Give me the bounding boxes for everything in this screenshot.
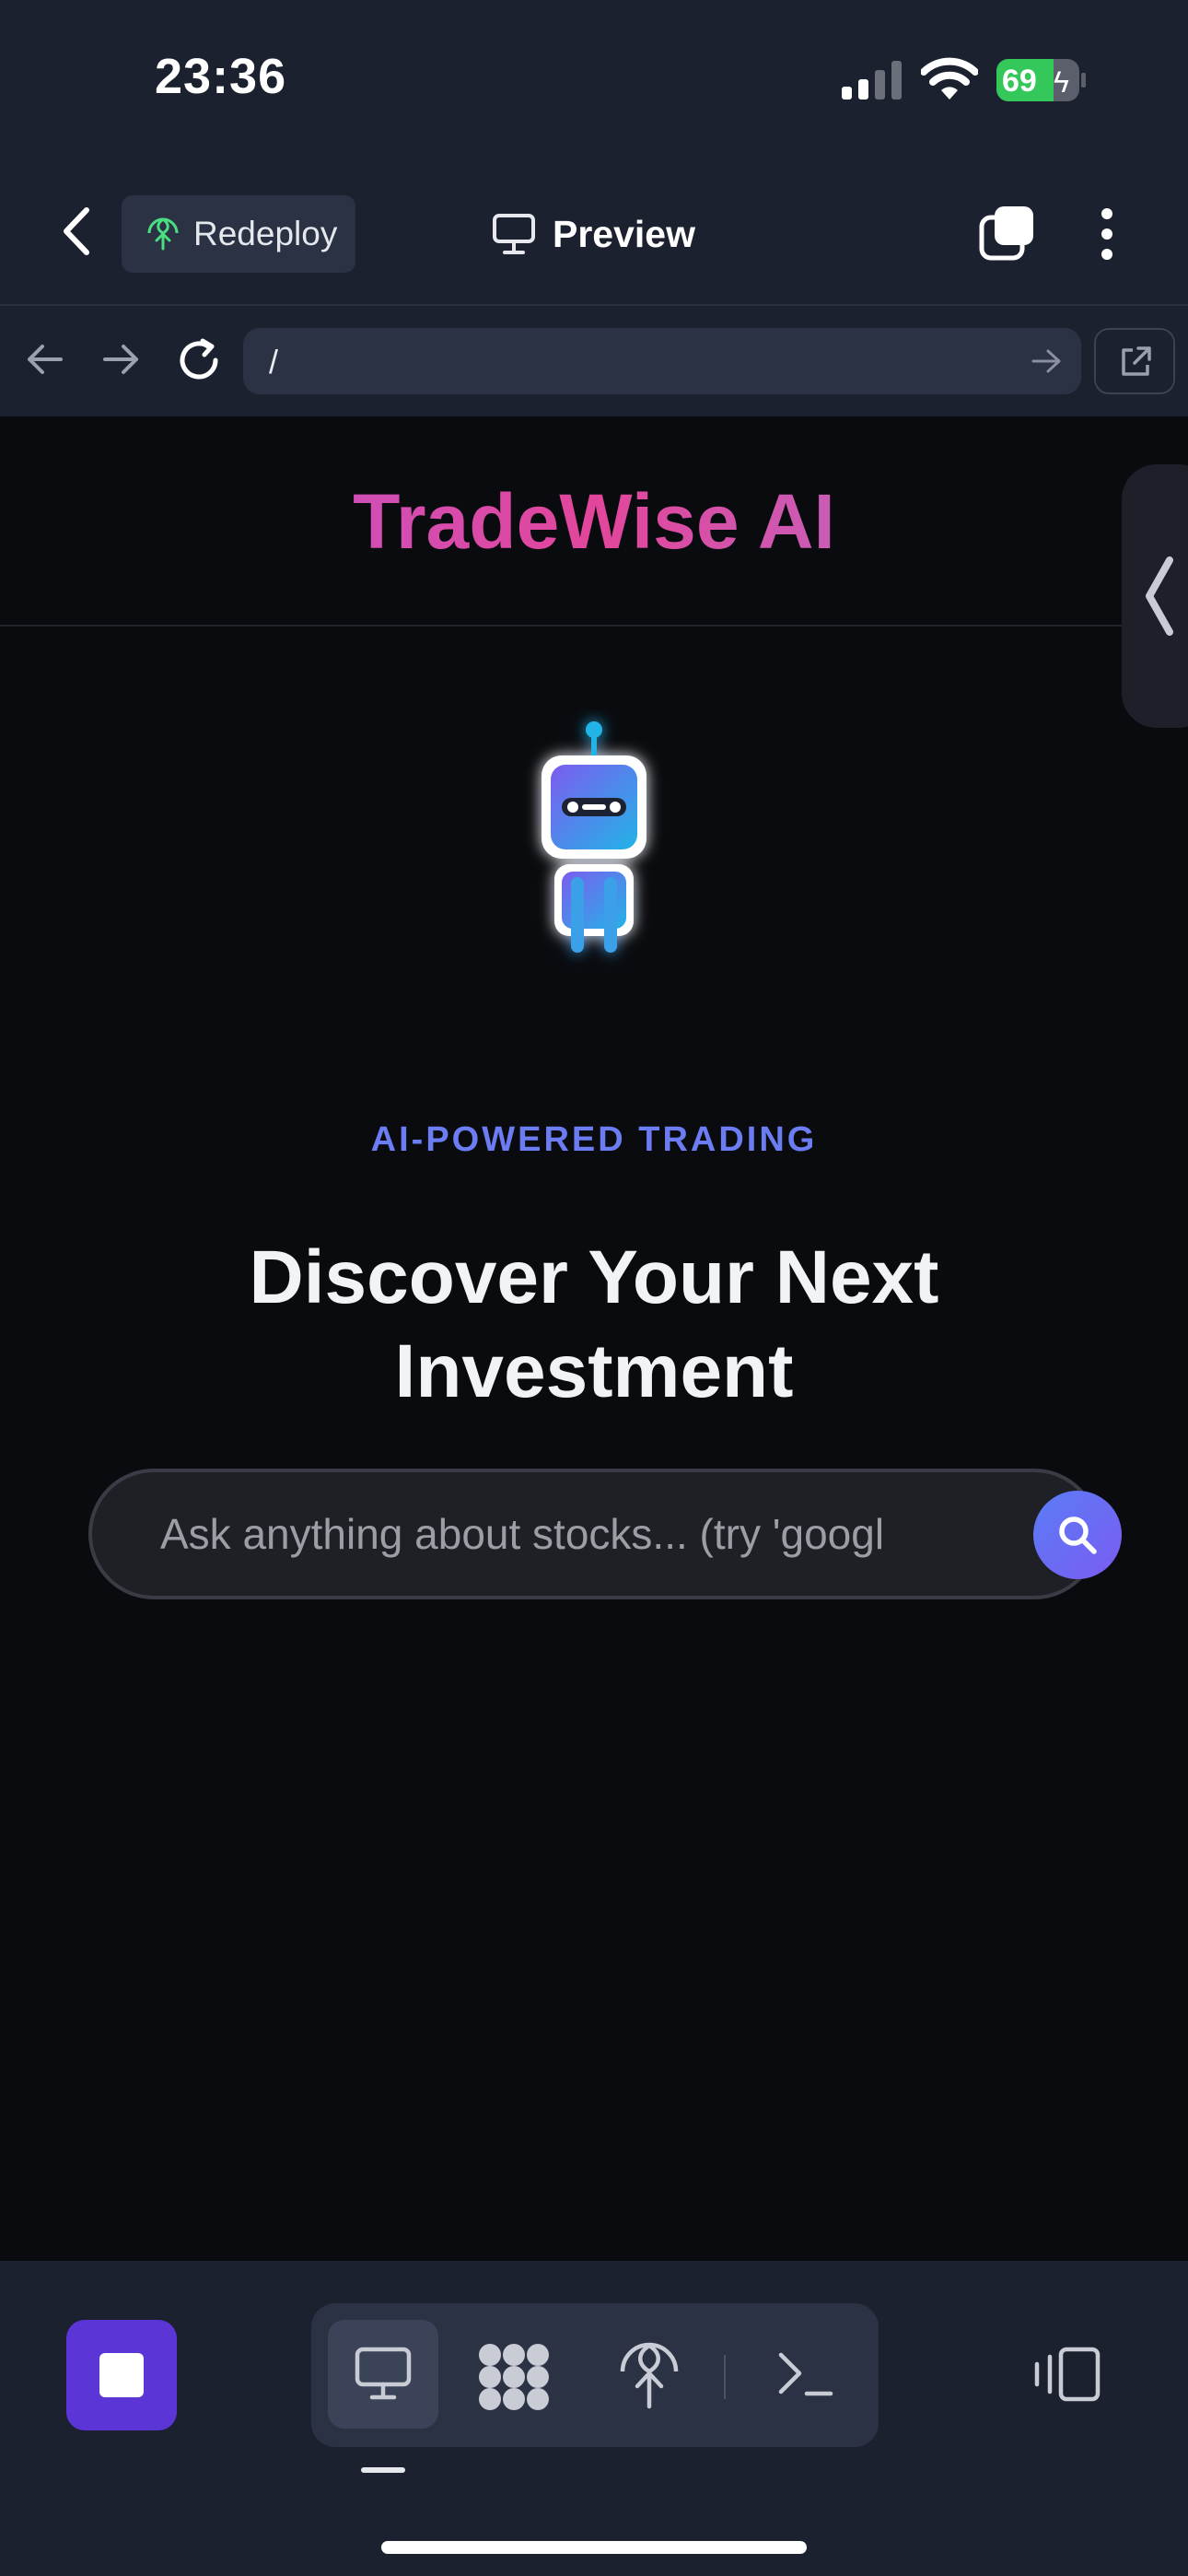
brand-logo-text[interactable]: TradeWise AI — [0, 477, 1188, 567]
stop-icon — [99, 2353, 144, 2397]
divider — [724, 2355, 726, 2399]
chevron-left-icon[interactable] — [57, 205, 96, 258]
search-icon — [1059, 1516, 1097, 1554]
terminal-icon[interactable] — [775, 2346, 834, 2403]
tabs-icon[interactable] — [978, 203, 1037, 262]
url-text[interactable]: / — [269, 343, 278, 381]
arrow-right-icon[interactable] — [101, 343, 142, 376]
hero-headline: Discover Your Next — [249, 1235, 939, 1319]
monitor-icon — [355, 2347, 412, 2400]
home-indicator — [381, 2541, 807, 2554]
url-bar[interactable] — [243, 328, 1081, 394]
stop-button[interactable] — [66, 2320, 177, 2430]
external-link-icon — [1122, 346, 1151, 376]
charging-bolt-icon: ϟ — [1054, 65, 1069, 99]
monitor-icon — [493, 214, 535, 254]
robot-mascot-icon — [542, 721, 646, 953]
hero-eyebrow: AI-POWERED TRADING — [370, 1120, 818, 1159]
reload-icon[interactable] — [175, 337, 223, 383]
divider — [0, 625, 1188, 626]
apps-icon[interactable] — [477, 2342, 551, 2412]
arrow-left-icon[interactable] — [24, 343, 64, 376]
url-go-icon[interactable] — [1031, 348, 1063, 374]
wifi-icon — [921, 57, 978, 100]
device-toggle-icon[interactable] — [1031, 2346, 1101, 2403]
globe-upload-icon[interactable] — [617, 2340, 681, 2410]
battery-indicator: 69 ϟ — [996, 59, 1086, 101]
hero-headline-line2: Investment — [394, 1329, 794, 1413]
battery-percent: 69 — [1002, 64, 1037, 99]
redeploy-label: Redeploy — [193, 215, 338, 252]
tool-preview-button[interactable] — [328, 2320, 438, 2429]
active-tool-indicator — [361, 2467, 405, 2473]
more-vertical-icon[interactable] — [1096, 206, 1118, 262]
preview-title: Preview — [492, 205, 695, 263]
chevron-left-icon — [1146, 556, 1173, 636]
preview-label: Preview — [553, 212, 695, 255]
open-external-button[interactable] — [1094, 328, 1175, 394]
side-panel-handle[interactable] — [1122, 464, 1188, 728]
search-button[interactable] — [1033, 1491, 1122, 1579]
globe-upload-icon — [147, 217, 179, 251]
redeploy-button[interactable]: Redeploy — [122, 195, 355, 273]
status-time: 23:36 — [155, 49, 287, 104]
cellular-signal-icon — [842, 61, 902, 100]
stock-search-input[interactable] — [160, 1504, 961, 1564]
